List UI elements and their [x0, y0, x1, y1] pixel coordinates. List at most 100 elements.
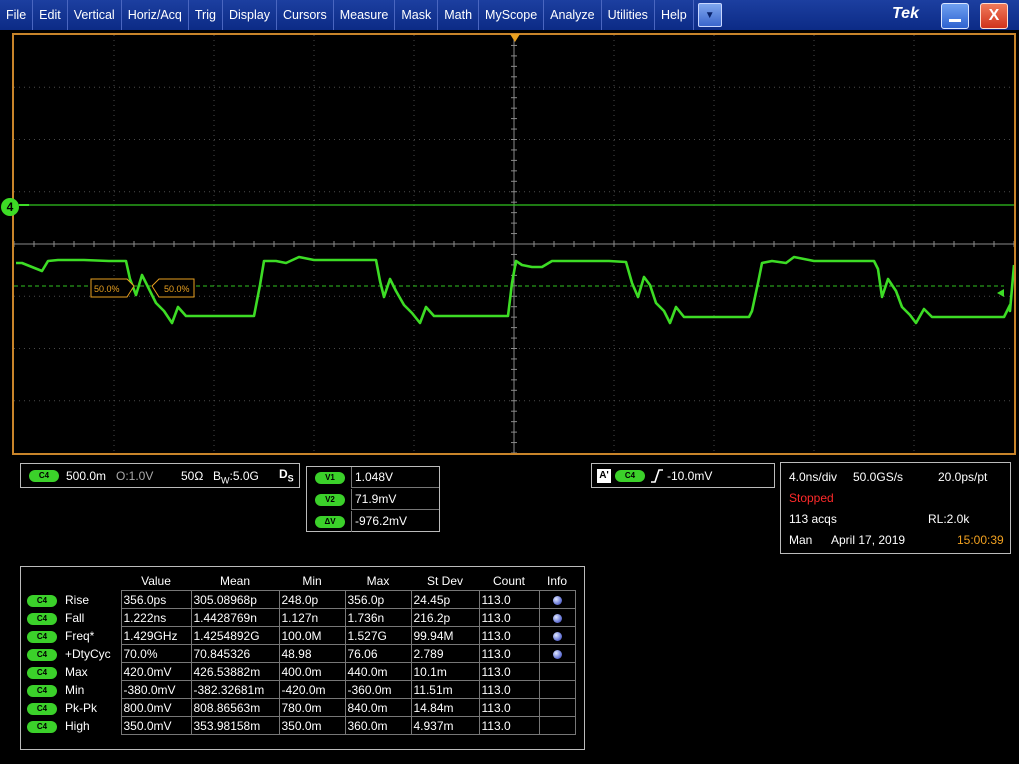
- cursor-label: V1: [315, 472, 345, 484]
- info-icon[interactable]: [552, 595, 562, 605]
- cursor-label: ΔV: [315, 516, 345, 528]
- cursor-readout[interactable]: V1 1.048V V2 71.9mV ΔV -976.2mV: [306, 466, 440, 532]
- measurement-label: Rise: [65, 592, 90, 607]
- info-icon[interactable]: [552, 631, 562, 641]
- measurement-mean: 808.86563m: [190, 698, 280, 717]
- channel-offset: O:1.0V: [116, 469, 154, 483]
- column-header-info: Info: [546, 573, 567, 588]
- measurement-row[interactable]: C4 Max 420.0mV 426.53882m 400.0m 440.0m 10.1m 1…: [25, 662, 576, 681]
- measurement-source-pill: C4: [27, 631, 57, 643]
- menu-myscope[interactable]: MyScope: [479, 0, 545, 30]
- trigger-position-marker[interactable]: [510, 34, 520, 42]
- measurement-row[interactable]: C4 High 350.0mV 353.98158m 350.0m 360.0m 4.937…: [25, 716, 576, 735]
- minimize-icon: [949, 19, 961, 22]
- column-header-st-dev: St Dev: [426, 573, 463, 588]
- column-header-count: Count: [492, 573, 526, 588]
- menu-analyze[interactable]: Analyze: [544, 0, 602, 30]
- measurement-info[interactable]: [538, 626, 576, 645]
- ref-level-left-label: 50.0%: [94, 284, 120, 294]
- measurement-max: 1.736n: [344, 608, 412, 627]
- measurement-info: [538, 698, 576, 717]
- info-icon[interactable]: [552, 613, 562, 623]
- trigger-badge: A': [597, 469, 611, 483]
- right-level-arrow-icon: [997, 289, 1004, 297]
- measurement-source-pill: C4: [27, 613, 57, 625]
- acquisition-date: April 17, 2019: [831, 533, 906, 547]
- acquisition-time: 15:00:39: [957, 533, 1004, 547]
- cursor-label: V2: [315, 494, 345, 506]
- header-spacer: [25, 571, 63, 591]
- menu-math[interactable]: Math: [438, 0, 480, 30]
- measurement-row[interactable]: C4 Rise 356.0ps 305.08968p 248.0p 356.0p 24.45…: [25, 590, 576, 609]
- measurement-row[interactable]: C4 Pk-Pk 800.0mV 808.86563m 780.0m 840.0m 14.8…: [25, 698, 576, 717]
- measurement-row[interactable]: C4 +DtyCyc 70.0% 70.845326 48.98 76.06 2.789 11…: [25, 644, 576, 663]
- measurement-mean: 353.98158m: [190, 716, 280, 735]
- measurement-label: +DtyCyc: [65, 646, 111, 661]
- measurement-value: -380.0mV: [120, 680, 192, 699]
- measurement-source-pill: C4: [27, 703, 57, 715]
- measurement-max: 360.0m: [344, 716, 412, 735]
- menu-horiz-acq[interactable]: Horiz/Acq: [122, 0, 189, 30]
- measurement-min: 1.127n: [278, 608, 346, 627]
- menu-edit[interactable]: Edit: [33, 0, 68, 30]
- measurement-stdev: 216.2p: [410, 608, 480, 627]
- menu-bar: File Edit Vertical Horiz/Acq Trig Display Curs…: [0, 0, 1019, 30]
- measurement-max: 440.0m: [344, 662, 412, 681]
- measurement-row[interactable]: C4 Freq* 1.429GHz 1.4254892G 100.0M 1.527G 99.…: [25, 626, 576, 645]
- menu-vertical[interactable]: Vertical: [68, 0, 122, 30]
- acquisition-mode: Man: [789, 533, 813, 547]
- measurement-info[interactable]: [538, 590, 576, 609]
- menu-mask[interactable]: Mask: [395, 0, 439, 30]
- acquisition-readout[interactable]: 4.0ns/div 50.0GS/s 20.0ps/pt Stopped 113…: [780, 462, 1011, 554]
- measurement-count: 113.0: [478, 626, 540, 645]
- measurement-info[interactable]: [538, 608, 576, 627]
- info-icon[interactable]: [552, 649, 562, 659]
- trigger-level: -10.0mV: [667, 469, 713, 483]
- column-header-max: Max: [366, 573, 390, 588]
- measurement-row[interactable]: C4 Fall 1.222ns 1.4428769n 1.127n 1.736n 216.2…: [25, 608, 576, 627]
- measurement-source-cell: C4: [25, 663, 63, 681]
- measurement-value: 800.0mV: [120, 698, 192, 717]
- measurement-stdev: 24.45p: [410, 590, 480, 609]
- measurement-mean: 305.08968p: [190, 590, 280, 609]
- measurement-stdev: 10.1m: [410, 662, 480, 681]
- menu-dropdown-button[interactable]: ▼: [697, 3, 722, 27]
- menu-cursors[interactable]: Cursors: [277, 0, 334, 30]
- menu-trig[interactable]: Trig: [189, 0, 223, 30]
- measurement-source-cell: C4: [25, 627, 63, 645]
- measurement-value: 420.0mV: [120, 662, 192, 681]
- cursor-row[interactable]: ΔV -976.2mV: [307, 511, 439, 533]
- measurement-info: [538, 716, 576, 735]
- measurement-info[interactable]: [538, 644, 576, 663]
- menu-file[interactable]: File: [0, 0, 34, 30]
- cursor-row[interactable]: V2 71.9mV: [307, 489, 439, 511]
- column-header-mean: Mean: [219, 573, 251, 588]
- measurement-min: 350.0m: [278, 716, 346, 735]
- measurement-value: 350.0mV: [120, 716, 192, 735]
- waveform-display[interactable]: 50.0% 50.0%: [12, 33, 1016, 455]
- measurement-count: 113.0: [478, 590, 540, 609]
- measurement-source-cell: C4: [25, 681, 63, 699]
- menu-display[interactable]: Display: [223, 0, 277, 30]
- menu-measure[interactable]: Measure: [334, 0, 396, 30]
- brand-logo: Tek: [892, 5, 919, 22]
- channel-readout[interactable]: C4 500.0m O:1.0V 50Ω BW:5.0G DS: [20, 463, 300, 488]
- sample-rate: 50.0GS/s: [853, 470, 904, 484]
- close-button[interactable]: X: [980, 3, 1008, 29]
- measurement-min: 248.0p: [278, 590, 346, 609]
- measurement-label: Fall: [65, 610, 85, 625]
- measurement-stdev: 2.789: [410, 644, 480, 663]
- channel-marker-stem: [19, 204, 29, 206]
- cursor-row[interactable]: V1 1.048V: [307, 467, 439, 489]
- measurements-panel[interactable]: Value Mean Min Max St Dev Count Info C4 Rise 356…: [20, 566, 585, 750]
- channel-4-marker[interactable]: 4: [1, 198, 19, 216]
- minimize-button[interactable]: [941, 3, 969, 29]
- measurement-row[interactable]: C4 Min -380.0mV -382.32681m -420.0m -360.0m 11…: [25, 680, 576, 699]
- acquisition-count: 113 acqs: [789, 512, 837, 526]
- measurement-source-pill: C4: [27, 685, 57, 697]
- measurement-max: 840.0m: [344, 698, 412, 717]
- menu-utilities[interactable]: Utilities: [602, 0, 655, 30]
- trigger-readout[interactable]: A' C4 -10.0mV: [591, 463, 775, 488]
- measurement-count: 113.0: [478, 716, 540, 735]
- menu-help[interactable]: Help: [655, 0, 694, 30]
